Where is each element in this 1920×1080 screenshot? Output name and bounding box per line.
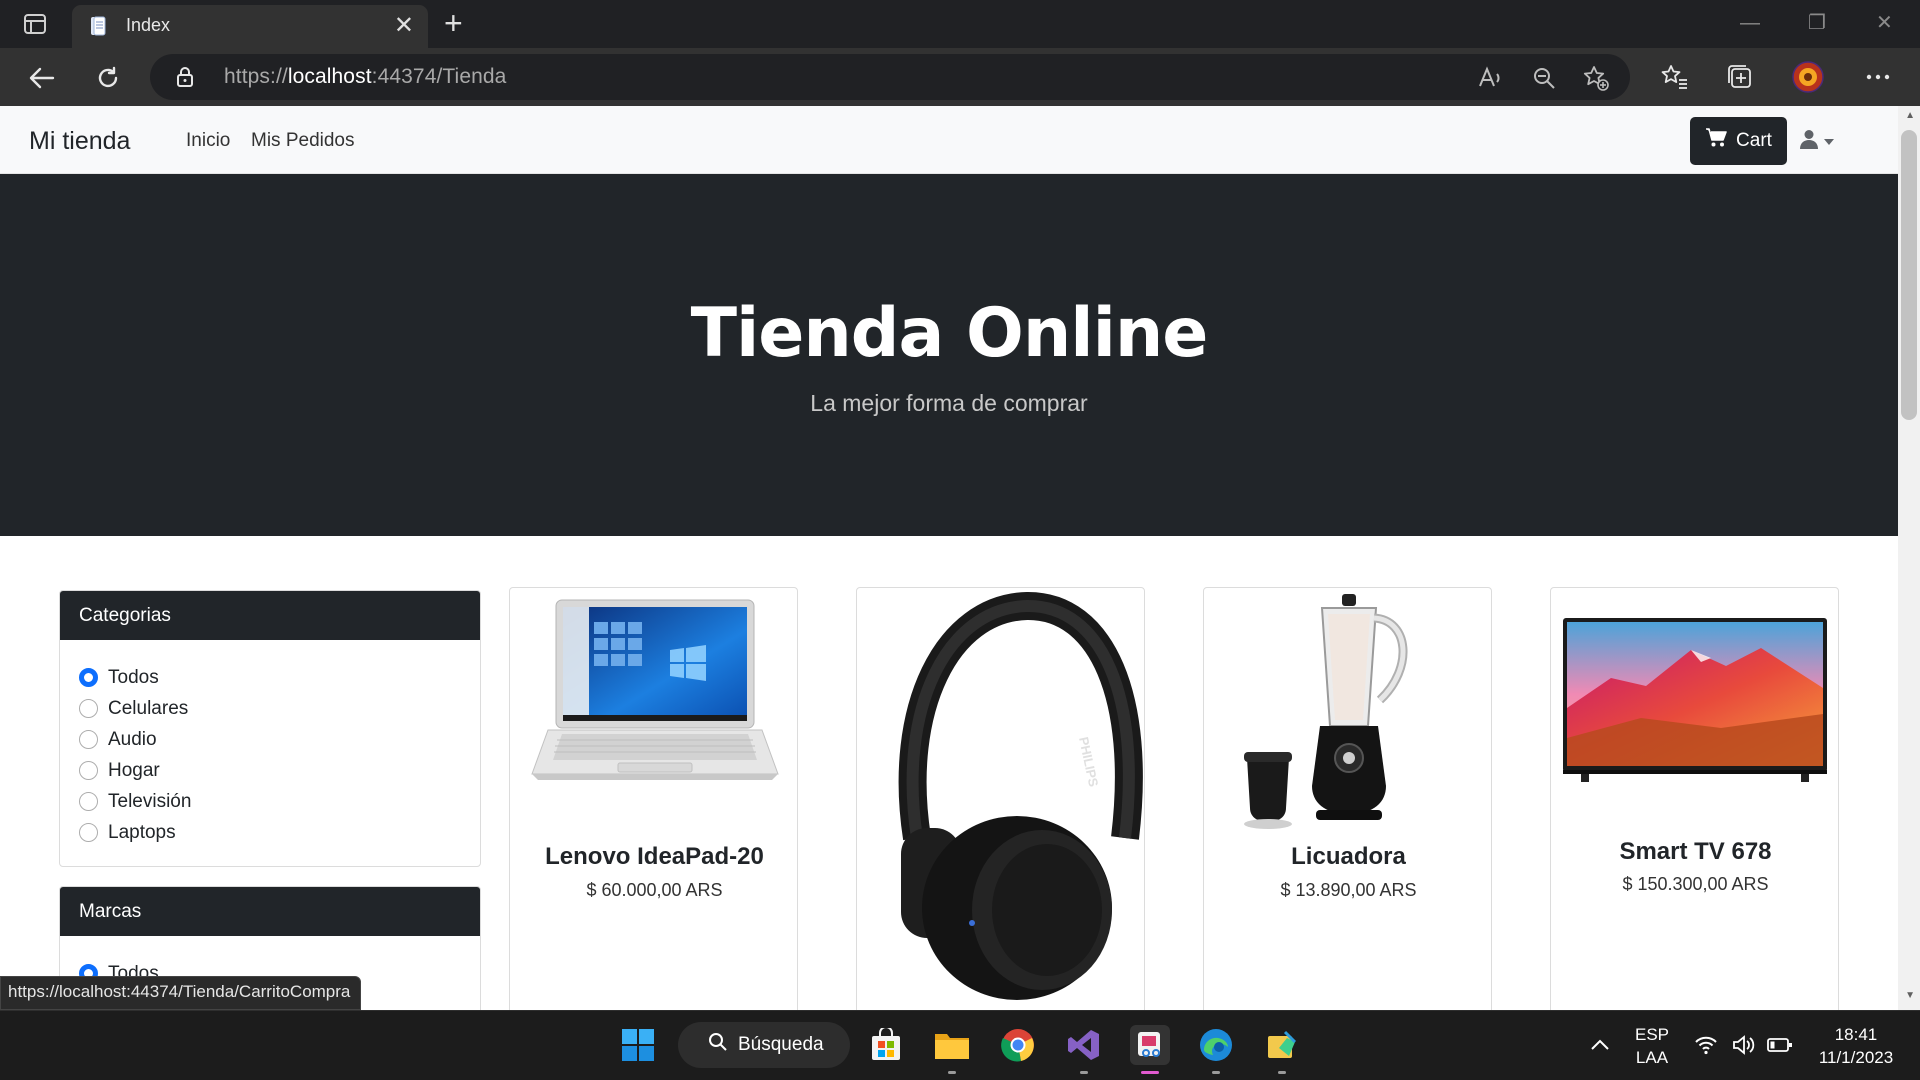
back-arrow-icon[interactable] — [26, 62, 58, 94]
profile-avatar-icon[interactable] — [1792, 61, 1824, 93]
product-price: $ 150.300,00 ARS — [1622, 874, 1769, 894]
windows-start-icon[interactable] — [618, 1025, 658, 1065]
running-indicator — [948, 1071, 956, 1074]
browser-toolbar: https://localhost:44374/Tienda — [0, 48, 1920, 106]
user-icon — [1800, 129, 1818, 154]
file-explorer-icon[interactable] — [932, 1025, 972, 1074]
running-indicator — [1212, 1071, 1220, 1074]
clock[interactable]: 18:41 11/1/2023 — [1810, 1023, 1902, 1069]
nav-link-mis-pedidos[interactable]: Mis Pedidos — [251, 130, 355, 152]
more-options-icon[interactable] — [1862, 61, 1894, 93]
product-card[interactable]: Licuadora $ 13.890,00 ARS — [1203, 587, 1492, 1010]
headphones-image: PHILIPS — [857, 588, 1146, 1010]
lock-icon[interactable] — [176, 66, 194, 93]
page-icon — [88, 15, 110, 37]
collections-icon[interactable] — [1724, 61, 1756, 93]
page-viewport: Mi tienda Inicio Mis Pedidos Cart Tienda… — [0, 106, 1920, 1010]
category-option-hogar[interactable]: Hogar — [79, 755, 480, 786]
scroll-up-icon[interactable]: ▲ — [1905, 110, 1915, 121]
tab-actions-icon[interactable] — [18, 10, 52, 38]
page-scrollbar[interactable]: ▲ ▼ — [1898, 106, 1920, 1010]
browser-tab-index[interactable]: Index ✕ — [72, 5, 428, 48]
new-tab-icon[interactable]: + — [444, 7, 463, 39]
hero-title: Tienda Online — [690, 294, 1209, 373]
hero-banner: Tienda Online La mejor forma de comprar — [0, 174, 1898, 536]
caret-down-icon — [1824, 132, 1834, 150]
radio[interactable] — [79, 823, 98, 842]
radio-checked[interactable] — [79, 668, 98, 687]
taskbar-search[interactable]: Búsqueda — [678, 1022, 850, 1068]
close-window-icon[interactable]: ✕ — [1876, 10, 1893, 36]
add-favorite-icon[interactable] — [1582, 64, 1610, 92]
radio[interactable] — [79, 699, 98, 718]
category-option-laptops[interactable]: Laptops — [79, 817, 480, 848]
running-indicator — [1080, 1071, 1088, 1074]
radio[interactable] — [79, 730, 98, 749]
show-hidden-icons-chevron-up-icon[interactable] — [1580, 1025, 1620, 1065]
product-price: $ 13.890,00 ARS — [1280, 880, 1417, 900]
category-option-todos[interactable]: Todos — [79, 662, 480, 693]
browser-tab-bar: Index ✕ + — ❐ ✕ — [0, 0, 1920, 48]
wifi-icon[interactable] — [1686, 1025, 1726, 1065]
dev-tool-icon[interactable] — [1262, 1025, 1302, 1074]
nav-link-inicio[interactable]: Inicio — [186, 130, 230, 152]
site-brand[interactable]: Mi tienda — [29, 127, 130, 156]
category-option-television[interactable]: Televisión — [79, 786, 480, 817]
categories-filter-title: Categorias — [60, 591, 480, 640]
zoom-out-icon[interactable] — [1530, 64, 1558, 92]
snipping-tool-icon[interactable] — [1130, 1025, 1170, 1074]
product-name: Lenovo IdeaPad-20 — [545, 843, 764, 870]
product-card[interactable]: PHILIPS — [856, 587, 1145, 1010]
cart-label: Cart — [1736, 130, 1772, 151]
headphone-brand-label: PHILIPS — [1076, 736, 1101, 789]
language-indicator[interactable]: ESP LAA — [1630, 1023, 1674, 1069]
category-option-audio[interactable]: Audio — [79, 724, 480, 755]
active-indicator — [1141, 1071, 1159, 1074]
user-menu-dropdown[interactable] — [1800, 128, 1840, 154]
read-aloud-icon[interactable] — [1476, 64, 1504, 92]
restore-icon[interactable]: ❐ — [1808, 10, 1826, 36]
address-bar[interactable]: https://localhost:44374/Tienda — [150, 54, 1630, 100]
tab-title: Index — [126, 15, 171, 35]
brands-filter-title: Marcas — [60, 887, 480, 936]
search-icon — [708, 1032, 728, 1058]
refresh-icon[interactable] — [92, 62, 124, 94]
visual-studio-icon[interactable] — [1064, 1025, 1104, 1074]
search-label: Búsqueda — [738, 1034, 824, 1055]
url-text: https://localhost:44374/Tienda — [224, 65, 507, 88]
windows-taskbar: Búsqueda ESP LAA 18:41 11/1/2023 — [0, 1010, 1920, 1080]
favorites-icon[interactable] — [1659, 61, 1691, 93]
radio[interactable] — [79, 792, 98, 811]
category-option-celulares[interactable]: Celulares — [79, 693, 480, 724]
radio[interactable] — [79, 761, 98, 780]
volume-icon[interactable] — [1724, 1025, 1764, 1065]
cart-icon — [1705, 128, 1727, 154]
product-name: Smart TV 678 — [1619, 838, 1772, 865]
hero-subtitle: La mejor forma de comprar — [810, 390, 1088, 416]
product-name: Licuadora — [1291, 843, 1406, 870]
scroll-thumb[interactable] — [1901, 130, 1917, 420]
edge-icon[interactable] — [1196, 1025, 1236, 1074]
link-status-url: https://localhost:44374/Tienda/CarritoCo… — [0, 976, 362, 1010]
close-tab-icon[interactable]: ✕ — [394, 14, 414, 38]
product-card[interactable]: Lenovo IdeaPad-20 $ 60.000,00 ARS — [509, 587, 798, 1010]
cart-button[interactable]: Cart — [1690, 117, 1787, 165]
product-price: $ 60.000,00 ARS — [586, 880, 723, 900]
minimize-icon[interactable]: — — [1740, 10, 1760, 36]
product-card[interactable]: Smart TV 678 $ 150.300,00 ARS — [1550, 587, 1839, 1010]
battery-icon[interactable] — [1760, 1025, 1800, 1065]
chrome-icon[interactable] — [998, 1025, 1038, 1065]
store-icon[interactable] — [866, 1025, 906, 1065]
running-indicator — [1278, 1071, 1286, 1074]
scroll-down-icon[interactable]: ▼ — [1905, 990, 1915, 1001]
categories-filter-card: Categorias Todos Celulares Audio Hogar T… — [59, 590, 481, 867]
site-navbar: Mi tienda Inicio Mis Pedidos Cart — [0, 106, 1898, 174]
